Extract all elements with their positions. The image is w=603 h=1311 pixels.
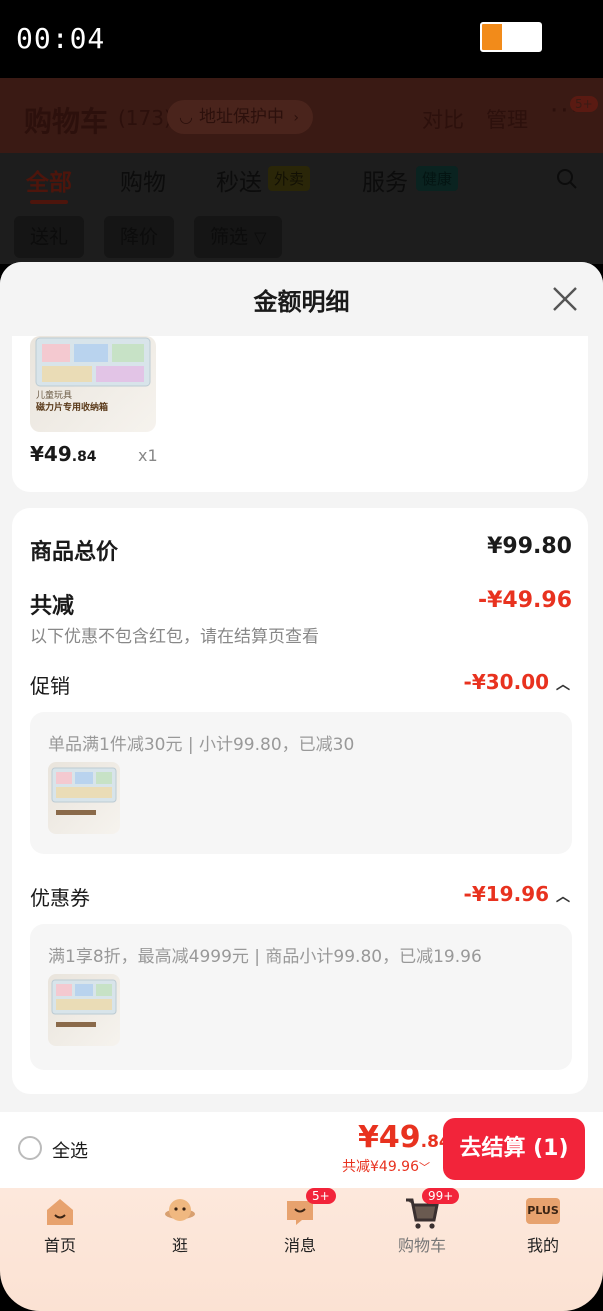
saved-amount-toggle[interactable]: 共减¥49.96﹀ [342,1156,430,1176]
tab-underline [30,200,68,204]
promo-detail-box: 单品满1件减30元 | 小计99.80，已减30 [30,712,572,854]
promo-label: 促销 [30,674,70,698]
promo-toggle[interactable]: -¥30.00 ︿ [464,670,570,694]
nav-browse[interactable]: 逛 [120,1188,240,1278]
product-thumbnail[interactable]: 儿童玩具 磁力片专用收纳箱 [30,336,156,432]
nav-profile-label: 我的 [526,1236,559,1255]
thumb-caption-2: 磁力片专用收纳箱 [36,403,109,413]
gift-chip[interactable]: 送礼 [14,216,85,258]
cart-tabs: 全部 购物 秒送 外卖 服务 健康 [0,153,603,208]
tab-shopping[interactable]: 购物 [120,163,166,197]
close-icon[interactable] [550,284,580,314]
compare-button[interactable]: 对比 [422,104,464,134]
checkout-bar: 全选 ¥49.84 共减¥49.96﹀ 去结算 (1) [0,1112,603,1188]
select-all-label[interactable]: 全选 [52,1137,88,1163]
product-price: ¥49.84 [30,442,97,466]
storage-box-image [51,979,117,1027]
nav-profile[interactable]: PLUS 我的 [483,1188,603,1278]
filter-label: 筛选 [210,226,249,248]
nav-cart[interactable]: 99+ 购物车 [362,1188,482,1278]
tab-service[interactable]: 服务 [362,163,408,197]
status-bar: 00:04 [0,0,603,78]
storage-box-image [51,767,117,815]
cart-count: (173) [118,106,172,130]
total-label: 商品总价 [30,540,119,565]
search-icon[interactable] [556,168,578,190]
filter-chips: 送礼 降价 筛选 ▽ [0,208,603,264]
funnel-icon: ▽ [254,228,267,247]
cart-header: 购物车 (173) ◡ 地址保护中 › 对比 管理 ··· 5+ [0,78,603,153]
bottom-nav: 首页 逛 5+ 消息 99+ 购物车 PLUS 我的 [0,1188,603,1311]
manage-button[interactable]: 管理 [486,104,528,134]
coupon-detail-box: 满1享8折，最高减4999元 | 商品小计99.80，已减19.96 [30,924,572,1070]
price-summary-card: 商品总价 ¥99.80 共减 -¥49.96 以下优惠不包含红包，请在结算页查看… [12,508,588,1094]
discount-value: -¥49.96 [477,588,572,613]
coupon-detail: 满1享8折，最高减4999元 | 商品小计99.80，已减19.96 [48,947,482,967]
nav-cart-label: 购物车 [397,1236,446,1255]
address-protect-label: 地址保护中 [199,107,284,127]
coupon-value: -¥19.96 [463,882,550,906]
status-time: 00:04 [16,22,106,55]
plus-profile-icon: PLUS [526,1198,560,1224]
battery-level [482,24,503,50]
promo-value: -¥30.00 [463,670,550,694]
product-card: 儿童玩具 磁力片专用收纳箱 ¥49.84 x1 [12,314,588,492]
saved-amount: 共减¥49.96 [342,1159,419,1175]
nav-home[interactable]: 首页 [0,1188,120,1278]
sheet-header: 金额明细 [0,262,603,336]
coupon-product-thumbnail [48,974,120,1046]
chevron-down-icon: ﹀ [419,1161,430,1174]
messages-badge: 5+ [306,1188,336,1204]
storage-box-image [35,337,151,387]
more-badge: 5+ [570,96,598,112]
nav-browse-label: 逛 [171,1236,188,1255]
product-price-int: ¥49 [30,442,72,466]
amount-detail-sheet: 儿童玩具 磁力片专用收纳箱 ¥49.84 x1 金额明细 商品总价 ¥99.80… [0,262,603,1192]
browse-icon [165,1199,195,1221]
coupon-label: 优惠券 [30,886,90,910]
cart-badge: 99+ [422,1188,460,1204]
total-price: ¥49.84 [358,1120,451,1155]
total-price-int: ¥49 [358,1120,421,1155]
chevron-up-icon: ︿ [556,889,570,905]
tab-all[interactable]: 全部 [26,163,72,197]
price-drop-chip[interactable]: 降价 [104,216,175,258]
promo-product-thumbnail [48,762,120,834]
page-title: 购物车 [24,105,109,138]
checkout-button[interactable]: 去结算 (1) [443,1118,585,1180]
smile-icon: ◡ [179,107,193,126]
sheet-title: 金额明细 [253,288,350,316]
nav-home-label: 首页 [43,1236,76,1255]
coupon-toggle[interactable]: -¥19.96 ︿ [464,882,570,906]
takeout-tag: 外卖 [268,166,311,191]
promo-detail: 单品满1件减30元 | 小计99.80，已减30 [48,735,355,755]
chevron-up-icon: ︿ [556,677,570,693]
nav-messages[interactable]: 5+ 消息 [240,1188,360,1278]
product-price-dec: .84 [71,449,97,465]
discount-hint: 以下优惠不包含红包，请在结算页查看 [30,627,319,647]
battery-icon [480,22,542,52]
select-all-checkbox[interactable] [18,1136,42,1160]
product-quantity: x1 [138,446,158,465]
filter-chip[interactable]: 筛选 ▽ [194,216,283,258]
health-tag: 健康 [416,166,459,191]
total-value: ¥99.80 [487,534,572,559]
address-protect-pill[interactable]: ◡ 地址保护中 › [167,100,313,134]
discount-label: 共减 [30,594,75,619]
tab-instant[interactable]: 秒送 [216,163,262,197]
home-icon [47,1199,73,1225]
chevron-right-icon: › [293,110,300,126]
nav-messages-label: 消息 [283,1236,316,1255]
